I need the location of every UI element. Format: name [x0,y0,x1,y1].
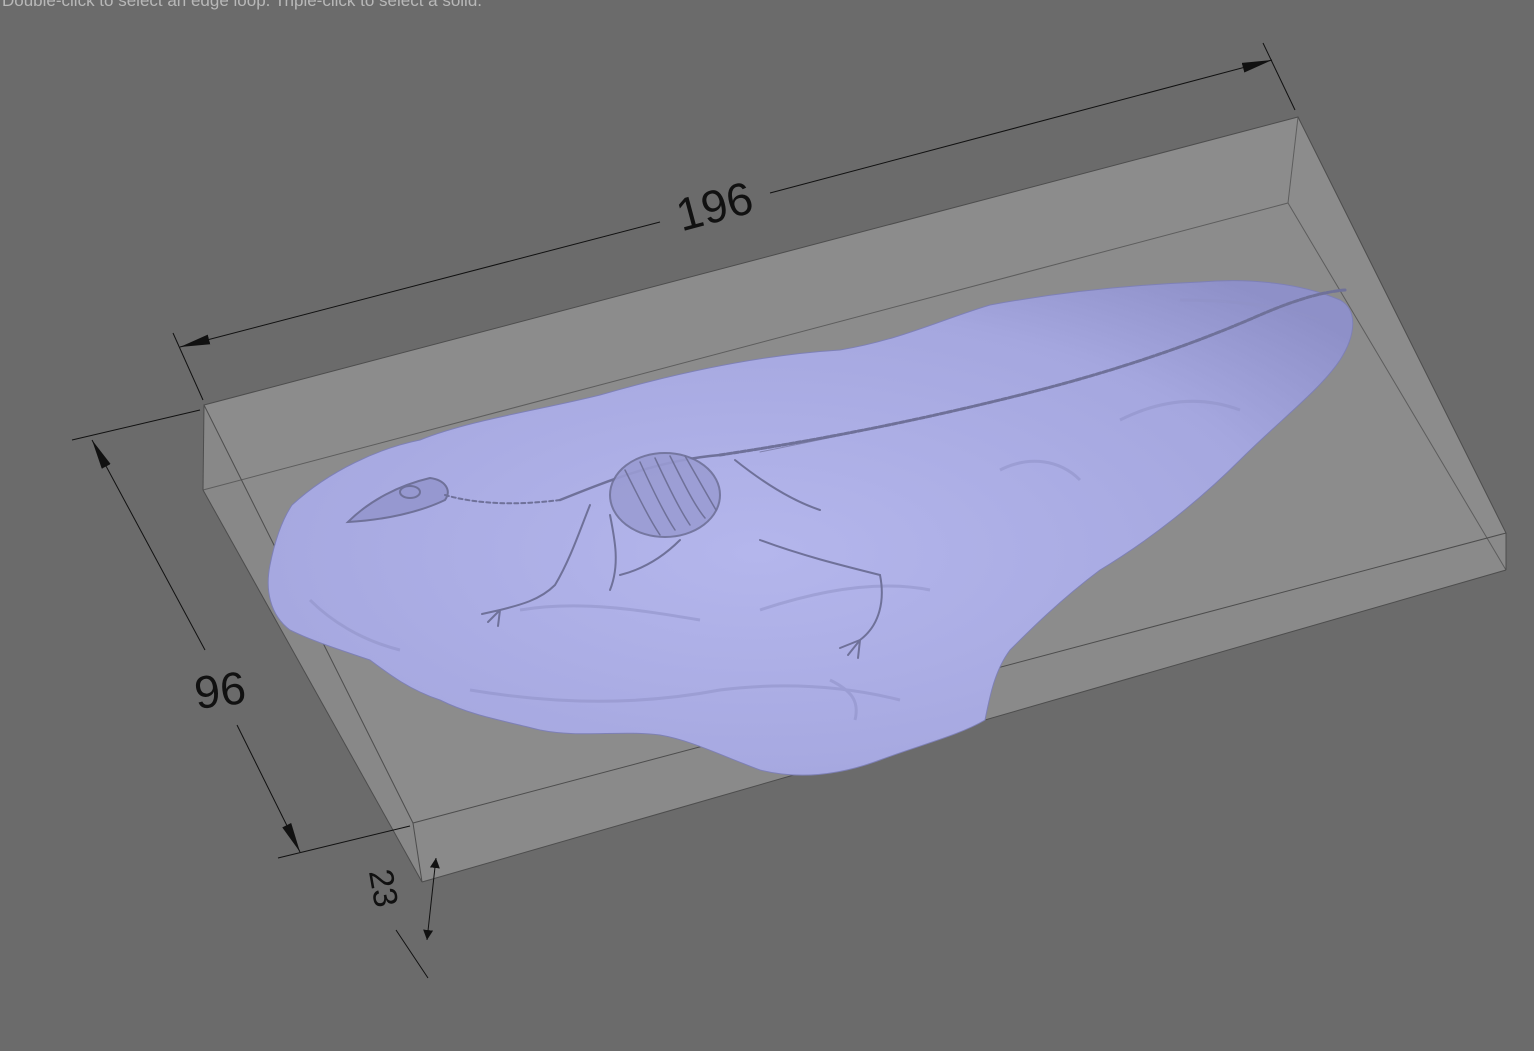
width-extension-top [71,409,201,441]
length-extension-right [1262,42,1296,111]
length-label: 196 [671,171,759,241]
height-extension [395,929,429,979]
length-extension-left [172,332,204,401]
width-dimension-line-top [91,439,206,651]
scene-canvas[interactable]: 196 96 23 [0,0,1534,1051]
width-dimension-line-bottom [236,724,301,853]
width-extension-bottom [277,825,411,859]
3d-viewport[interactable]: Double-click to select an edge loop. Tri… [0,0,1534,1051]
height-label: 23 [361,866,405,910]
width-label: 96 [191,661,248,719]
